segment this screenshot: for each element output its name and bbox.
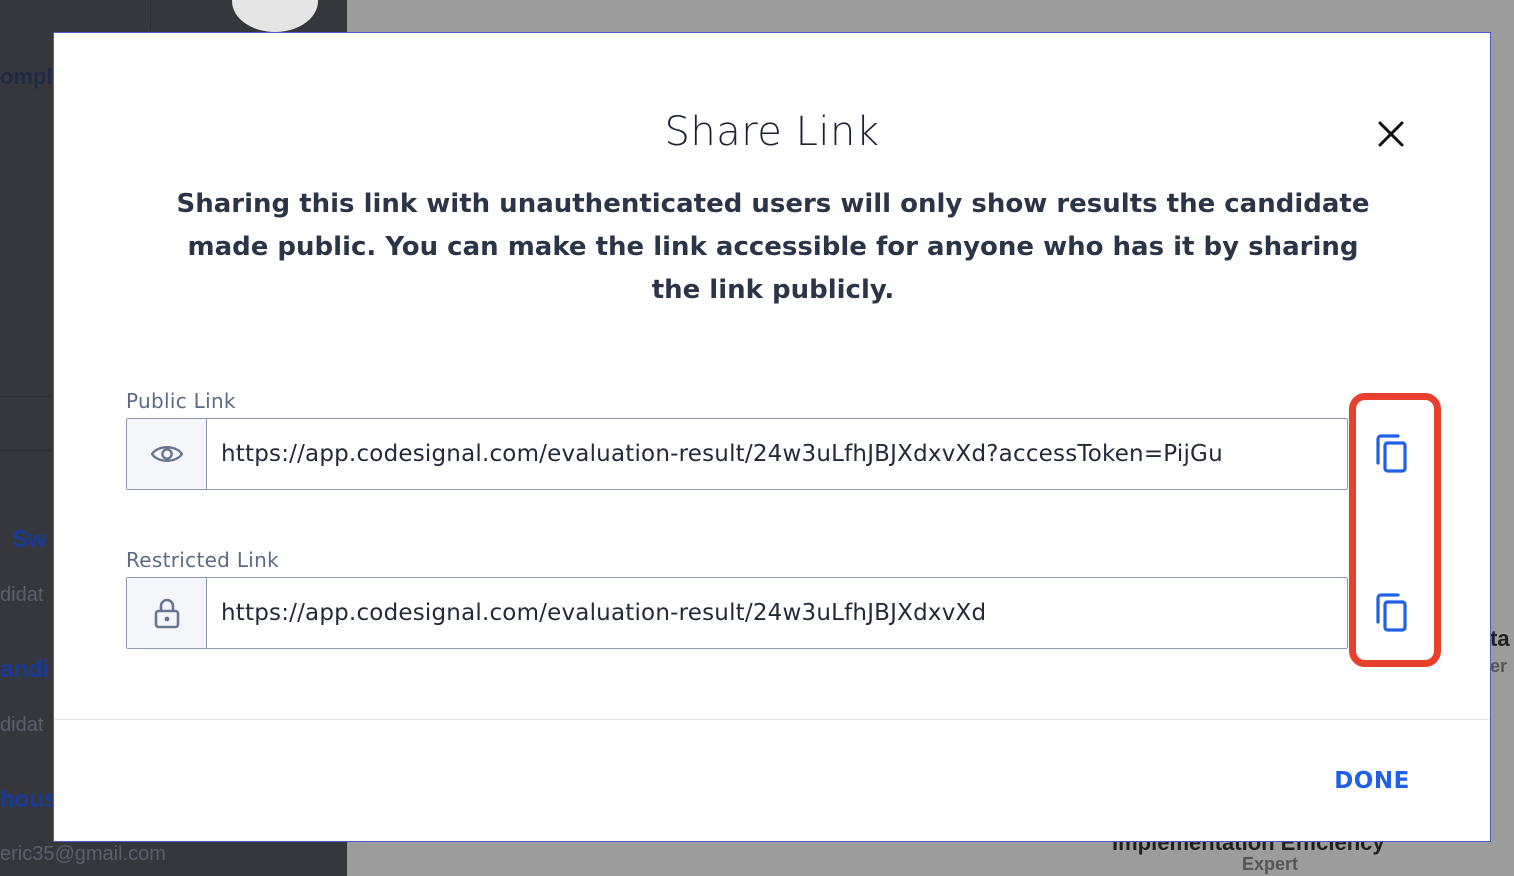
lock-icon — [154, 598, 179, 629]
background-divider — [0, 396, 52, 397]
background-text: Expert — [1242, 854, 1299, 874]
restricted-link-field: https://app.codesignal.com/evaluation-re… — [126, 577, 1348, 649]
public-link-label: Public Link — [126, 389, 236, 413]
background-divider — [0, 450, 52, 451]
modal-title: Share Link — [664, 109, 880, 155]
sidebar-divider — [150, 0, 151, 30]
background-text: didat — [0, 584, 44, 606]
close-icon — [1378, 121, 1404, 147]
background-text: ta — [1490, 626, 1510, 651]
restricted-link-label: Restricted Link — [126, 548, 279, 572]
background-text: andi — [0, 656, 50, 683]
restricted-link-input[interactable]: https://app.codesignal.com/evaluation-re… — [207, 578, 1347, 648]
background-text: hous — [0, 786, 58, 813]
done-button[interactable]: DONE — [1322, 759, 1422, 803]
modal-description: Sharing this link with unauthenticated u… — [176, 189, 1370, 305]
background-text: didat — [0, 714, 44, 736]
background-email: eric35@gmail.com — [0, 843, 166, 865]
public-link-input[interactable]: https://app.codesignal.com/evaluation-re… — [207, 419, 1347, 489]
public-link-field: https://app.codesignal.com/evaluation-re… — [126, 418, 1348, 490]
background-text: ompl — [0, 64, 53, 89]
background-avatar — [232, 0, 318, 32]
modal-footer-divider — [54, 719, 1490, 720]
share-link-modal: Share Link Sharing this link with unauth… — [53, 32, 1491, 842]
eye-icon — [150, 446, 183, 462]
public-link-prefix — [127, 419, 207, 489]
copy-buttons-highlight — [1349, 393, 1441, 667]
background-text: Sw — [12, 526, 47, 553]
close-button[interactable] — [1375, 118, 1407, 150]
background-text: er — [1490, 656, 1508, 676]
restricted-link-prefix — [127, 578, 207, 648]
